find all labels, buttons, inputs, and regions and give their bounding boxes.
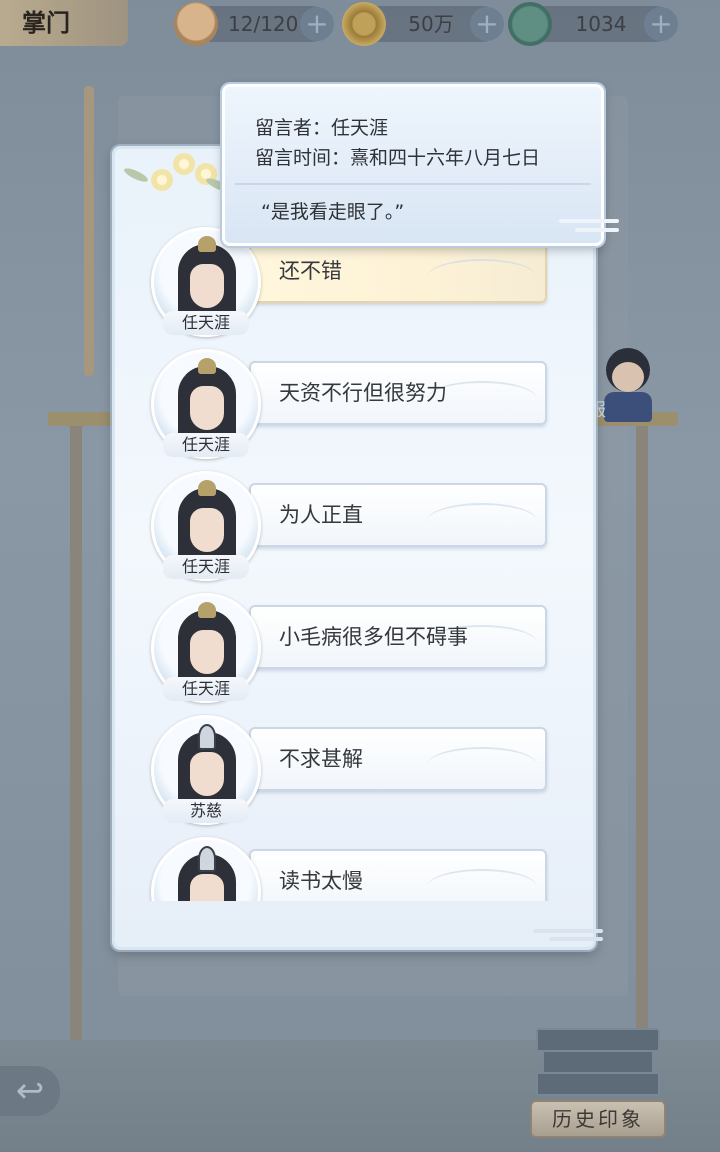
- cat-icon: [174, 2, 218, 46]
- gold-value: 50万: [408, 12, 454, 36]
- message-card[interactable]: 不求甚解: [249, 727, 547, 791]
- background-character: 服: [588, 340, 660, 424]
- message-card[interactable]: 小毛病很多但不碍事: [249, 605, 547, 669]
- resource-bar: 掌门 12/120 + 50万 + 1034 +: [0, 0, 720, 50]
- tooltip-quote: “是我看走眼了。”: [261, 201, 405, 223]
- message-text: 读书太慢: [279, 869, 363, 893]
- message-text: 为人正直: [279, 503, 363, 527]
- message-text: 小毛病很多但不碍事: [279, 625, 468, 649]
- author-name: 任天涯: [163, 555, 249, 579]
- message-text: 还不错: [279, 259, 342, 283]
- tooltip-divider: [235, 183, 591, 185]
- avatar[interactable]: [151, 837, 261, 901]
- author-name: 任天涯: [163, 433, 249, 457]
- plum-blossom-decoration: [117, 151, 237, 201]
- population-value: 12/120: [228, 12, 299, 36]
- resource-population: 12/120 +: [174, 2, 334, 46]
- cloud-stripe-decoration: [533, 929, 613, 943]
- cloud-stripe-decoration: [559, 219, 623, 237]
- back-button[interactable]: ↩: [0, 1066, 60, 1116]
- pavilion-pillar-left: [70, 426, 82, 1052]
- pavilion-pillar-right: [636, 426, 648, 1052]
- message-list-panel: 还不错 任天涯 天资不行但很努力 任天涯 为人正直 任天涯 小毛病很多但不碍事 …: [112, 146, 603, 950]
- scroll-decoration: [84, 86, 94, 376]
- add-population-button[interactable]: +: [300, 7, 334, 41]
- history-impressions-label: 历史印象: [530, 1100, 666, 1138]
- author-name: 苏慈: [163, 799, 249, 823]
- tooltip-time: 留言时间：熹和四十六年八月七日: [255, 147, 541, 169]
- resource-gold: 50万 +: [342, 2, 504, 46]
- jade-value: 1034: [575, 12, 627, 36]
- list-item[interactable]: 不求甚解 苏慈: [115, 707, 593, 825]
- leader-tab[interactable]: 掌门: [0, 0, 128, 46]
- coin-icon: [342, 2, 386, 46]
- message-card[interactable]: 为人正直: [249, 483, 547, 547]
- message-text: 天资不行但很努力: [279, 381, 447, 405]
- author-name: 任天涯: [163, 311, 249, 335]
- list-item[interactable]: 为人正直 任天涯: [115, 463, 593, 581]
- author-name: 任天涯: [163, 677, 249, 701]
- message-detail-tooltip: 留言者：任天涯 留言时间：熹和四十六年八月七日 “是我看走眼了。”: [222, 84, 619, 246]
- list-item[interactable]: 小毛病很多但不碍事 任天涯: [115, 585, 593, 703]
- jade-icon: [508, 2, 552, 46]
- message-card[interactable]: 还不错: [249, 239, 547, 303]
- list-item[interactable]: 读书太慢 苏慈: [115, 829, 593, 901]
- add-gold-button[interactable]: +: [470, 7, 504, 41]
- message-card[interactable]: 天资不行但很努力: [249, 361, 547, 425]
- history-impressions-button[interactable]: 历史印象: [528, 1010, 666, 1146]
- tooltip-author: 留言者：任天涯: [255, 117, 389, 139]
- books-icon: [536, 1028, 660, 1098]
- resource-jade: 1034 +: [508, 2, 678, 46]
- add-jade-button[interactable]: +: [644, 7, 678, 41]
- message-text: 不求甚解: [279, 747, 363, 771]
- message-list[interactable]: 还不错 任天涯 天资不行但很努力 任天涯 为人正直 任天涯 小毛病很多但不碍事 …: [115, 219, 593, 901]
- message-card[interactable]: 读书太慢: [249, 849, 547, 901]
- list-item[interactable]: 天资不行但很努力 任天涯: [115, 341, 593, 459]
